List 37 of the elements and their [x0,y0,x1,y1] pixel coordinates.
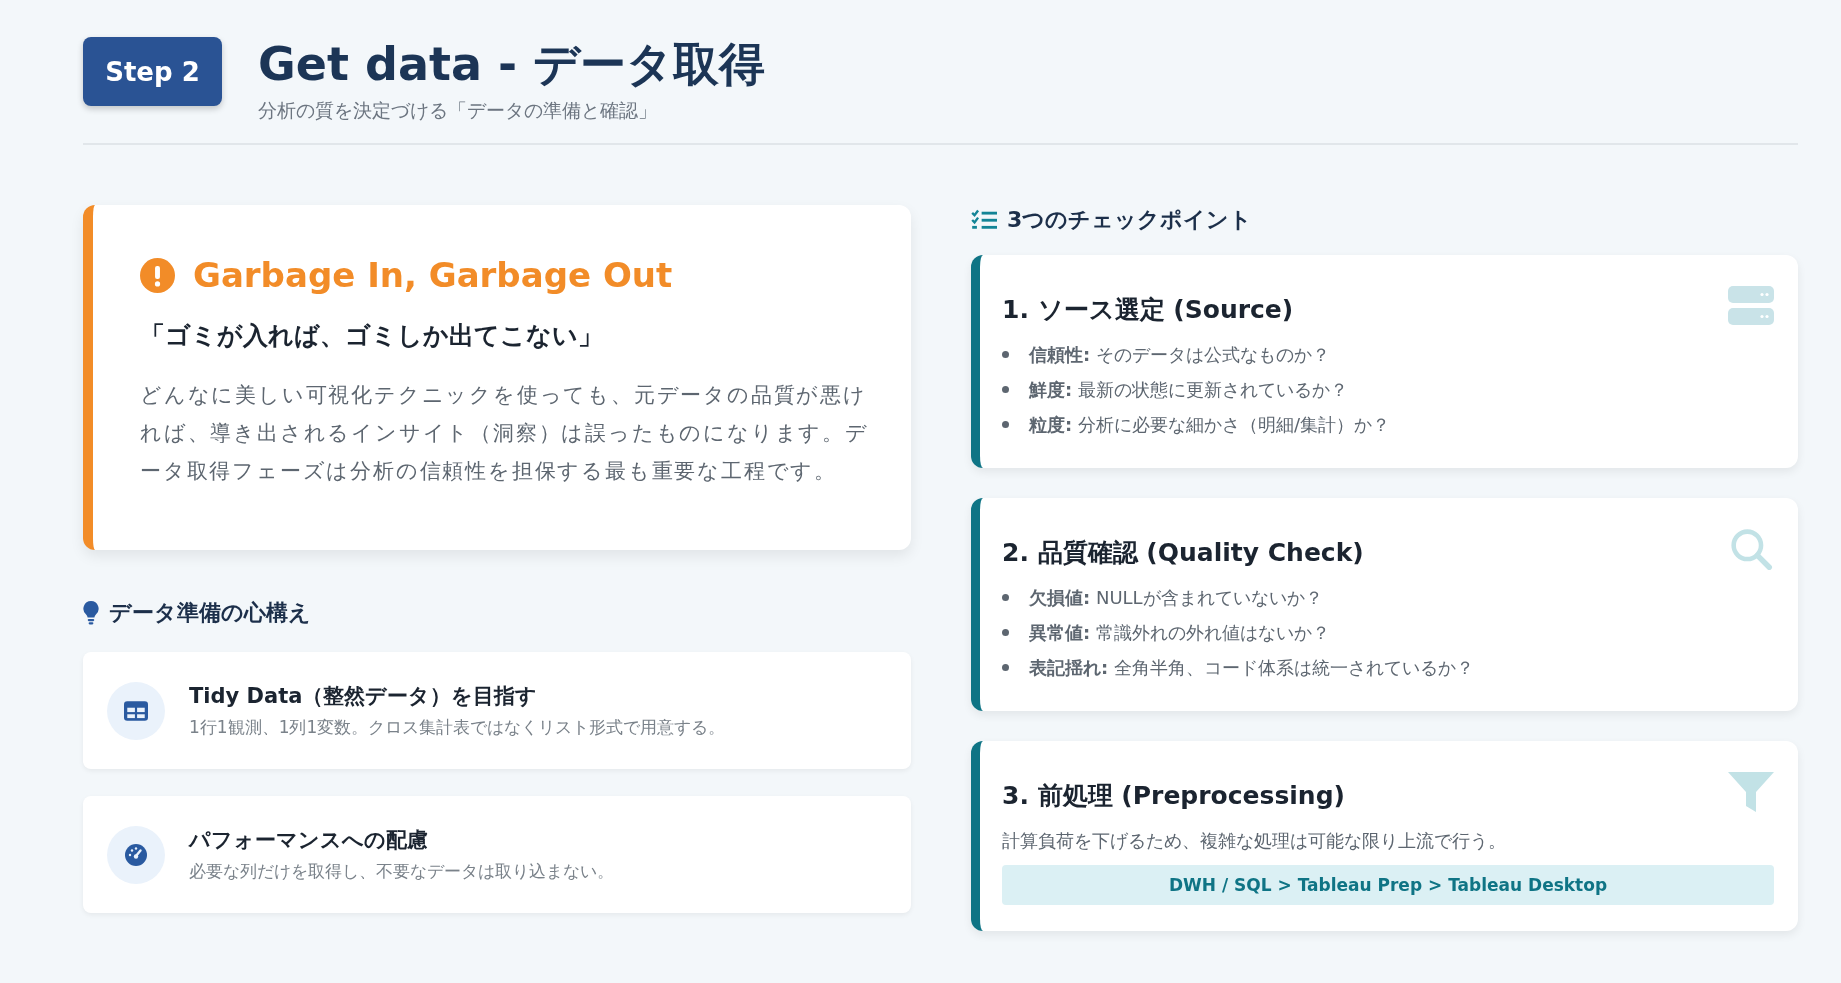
lightbulb-icon [83,601,99,625]
exclamation-icon [140,257,175,293]
page-subtitle: 分析の質を決定づける「データの準備と確認」 [258,98,658,123]
gauge-icon [124,843,148,866]
tip-title: パフォーマンスへの配慮 [189,827,429,854]
checkpoint-bullet: 粒度: 分析に必要な細かさ（明細/集計）か？ [1029,413,1390,437]
bullet-icon [1002,594,1009,601]
section-heading: データ準備の心構え [109,599,311,627]
checkpoint-bullet: 鮮度: 最新の状態に更新されているか？ [1029,378,1348,402]
table-icon [124,699,148,722]
bullet-icon [1002,351,1009,358]
page-title: Get data - データ取得 [258,36,766,92]
bullet-icon [1002,386,1009,393]
alert-quote: 「ゴミが入れば、ゴミしか出てこない」 [140,320,604,352]
tip-text: 1行1観測、1列1変数。クロス集計表ではなくリスト形式で用意する。 [189,716,726,739]
checkpoint-bullet: 欠損値: NULLが含まれていないか？ [1029,586,1323,610]
tip-text: 必要な列だけを取得し、不要なデータは取り込まない。 [189,860,614,883]
checkpoint-title: 2. 品質確認 (Quality Check) [1002,537,1364,569]
server-icon [1728,285,1774,327]
filter-icon [1728,771,1774,813]
checkpoint-title: 3. 前処理 (Preprocessing) [1002,780,1345,812]
tip-title: Tidy Data（整然データ）を目指す [189,683,539,710]
checkpoint-text: 計算負荷を下げるため、複雑な処理は可能な限り上流で行う。 [1002,829,1507,853]
bullet-icon [1002,664,1009,671]
checkpoint-bullet: 異常値: 常識外れの外れ値はないか？ [1029,621,1330,645]
checkpoint-title: 1. ソース選定 (Source) [1002,294,1294,326]
checklist-icon [971,209,997,231]
bullet-icon [1002,629,1009,636]
flow-banner: DWH / SQL > Tableau Prep > Tableau Desktop [1002,865,1774,905]
search-icon [1728,528,1774,570]
step-badge: Step 2 [83,37,222,106]
alert-body: どんなに美しい可視化テクニックを使っても、元データの品質が悪ければ、導き出されるインサイト（洞察）は誤ったものになります。データ取得フェーズは分析の信頼性を担保する最も重要な工程です。 [140,382,870,485]
checkpoint-bullet: 表記揺れ: 全角半角、コード体系は統一されているか？ [1029,656,1474,680]
bullet-icon [1002,421,1009,428]
section-heading: 3つのチェックポイント [1007,206,1253,234]
checkpoint-bullet: 信頼性: そのデータは公式なものか？ [1029,343,1330,367]
alert-title: Garbage In, Garbage Out [193,255,673,295]
